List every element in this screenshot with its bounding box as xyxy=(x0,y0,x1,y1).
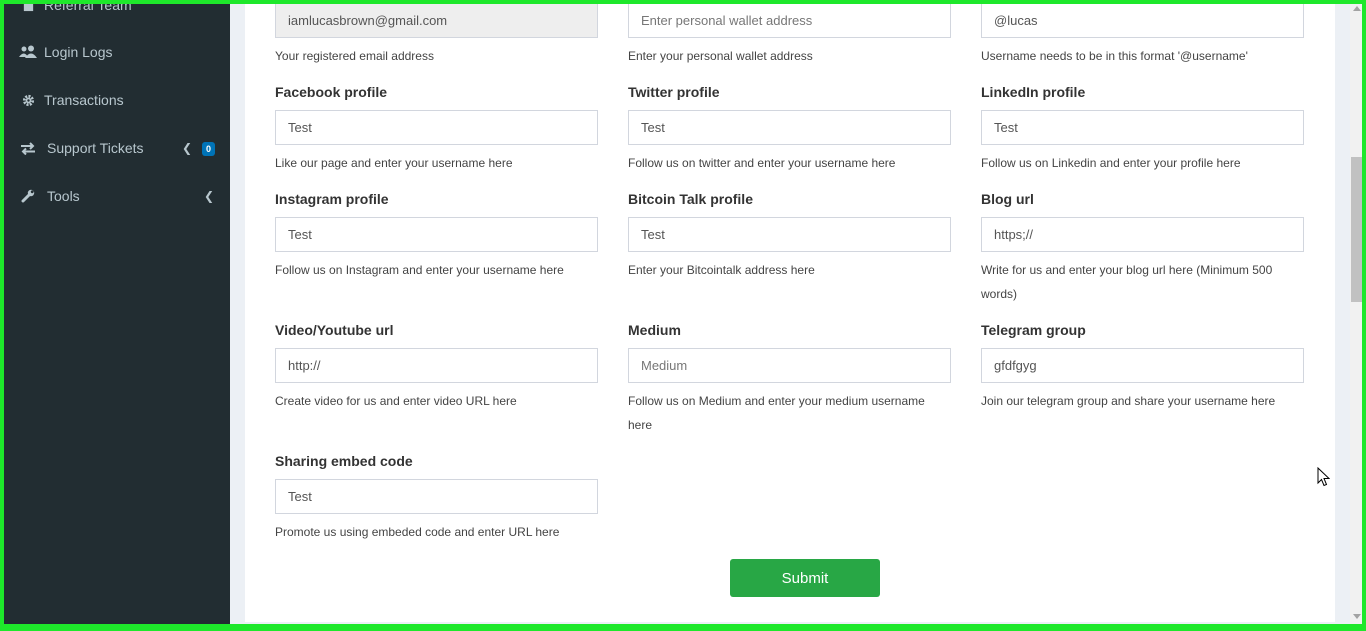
bitcointalk-help: Enter your Bitcointalk address here xyxy=(628,263,815,277)
sidebar-item-referral-team[interactable]: Referral Team xyxy=(0,0,230,25)
medium-label: Medium xyxy=(628,322,681,338)
scrollbar[interactable] xyxy=(1350,0,1366,624)
telegram-input[interactable] xyxy=(981,348,1304,383)
twitter-field-group: Twitter profile Follow us on twitter and… xyxy=(628,84,951,175)
sidebar-item-label: Transactions xyxy=(44,92,124,108)
twitter-help: Follow us on twitter and enter your user… xyxy=(628,156,896,170)
chevron-left-icon: ❮ xyxy=(181,141,192,155)
mouse-cursor-icon xyxy=(1317,466,1331,492)
username-input[interactable] xyxy=(981,3,1304,38)
email-help: Your registered email address xyxy=(275,49,434,63)
sidebar-item-label: Tools xyxy=(47,188,80,204)
telegram-field-group: Telegram group Join our telegram group a… xyxy=(981,322,1304,413)
embed-field-group: Sharing embed code Promote us using embe… xyxy=(275,453,598,544)
sidebar-item-login-logs[interactable]: Login Logs xyxy=(0,32,230,72)
sidebar-item-label: Login Logs xyxy=(44,44,113,60)
sidebar-item-label: Referral Team xyxy=(44,0,132,13)
wallet-address-input[interactable] xyxy=(628,3,951,38)
exchange-icon xyxy=(18,141,38,155)
instagram-help: Follow us on Instagram and enter your us… xyxy=(275,263,564,277)
instagram-label: Instagram profile xyxy=(275,191,389,207)
video-url-input[interactable] xyxy=(275,348,598,383)
wallet-field-group: Enter your personal wallet address xyxy=(628,3,951,68)
bottom-strip xyxy=(0,624,1366,631)
linkedin-input[interactable] xyxy=(981,110,1304,145)
chevron-left-icon: ❮ xyxy=(203,189,214,203)
ticket-count-badge: 0 xyxy=(201,142,215,156)
username-field-group: Username needs to be in this format '@us… xyxy=(981,3,1304,68)
bitcointalk-label: Bitcoin Talk profile xyxy=(628,191,753,207)
gear-icon xyxy=(18,94,38,107)
linkedin-label: LinkedIn profile xyxy=(981,84,1086,100)
wrench-icon xyxy=(18,189,38,203)
video-field-group: Video/Youtube url Create video for us an… xyxy=(275,322,598,413)
telegram-help: Join our telegram group and share your u… xyxy=(981,394,1276,408)
embed-code-input[interactable] xyxy=(275,479,598,514)
facebook-field-group: Facebook profile Like our page and enter… xyxy=(275,84,598,175)
blog-help: Write for us and enter your blog url her… xyxy=(981,263,1273,301)
linkedin-help: Follow us on Linkedin and enter your pro… xyxy=(981,156,1241,170)
instagram-input[interactable] xyxy=(275,217,598,252)
facebook-input[interactable] xyxy=(275,110,598,145)
video-label: Video/Youtube url xyxy=(275,322,394,338)
sidebar-item-support-tickets[interactable]: Support Tickets ❮ 0 xyxy=(0,128,230,168)
sidebar-item-tools[interactable]: Tools ❮ xyxy=(0,176,230,216)
scroll-up-arrow-icon[interactable] xyxy=(1353,6,1361,11)
twitter-input[interactable] xyxy=(628,110,951,145)
scrollbar-thumb[interactable] xyxy=(1351,157,1363,302)
linkedin-field-group: LinkedIn profile Follow us on Linkedin a… xyxy=(981,84,1304,175)
blog-field-group: Blog url Write for us and enter your blo… xyxy=(981,191,1304,306)
users-icon xyxy=(18,45,38,59)
user-icon xyxy=(18,0,38,12)
sidebar-item-transactions[interactable]: Transactions xyxy=(0,80,230,120)
blog-label: Blog url xyxy=(981,191,1034,207)
email-field[interactable] xyxy=(275,3,598,38)
bitcointalk-field-group: Bitcoin Talk profile Enter your Bitcoint… xyxy=(628,191,951,282)
blog-url-input[interactable] xyxy=(981,217,1304,252)
medium-input[interactable] xyxy=(628,348,951,383)
medium-field-group: Medium Follow us on Medium and enter you… xyxy=(628,322,951,437)
embed-label: Sharing embed code xyxy=(275,453,413,469)
profile-form-box: Your registered email address Enter your… xyxy=(245,0,1335,622)
facebook-label: Facebook profile xyxy=(275,84,388,100)
bitcointalk-input[interactable] xyxy=(628,217,951,252)
instagram-field-group: Instagram profile Follow us on Instagram… xyxy=(275,191,598,282)
telegram-label: Telegram group xyxy=(981,322,1086,338)
embed-help: Promote us using embeded code and enter … xyxy=(275,525,560,539)
sidebar-item-label: Support Tickets xyxy=(47,140,144,156)
facebook-help: Like our page and enter your username he… xyxy=(275,156,513,170)
sidebar: Referral Team Login Logs Transactions Su… xyxy=(0,0,230,631)
video-help: Create video for us and enter video URL … xyxy=(275,394,517,408)
main-content: Your registered email address Enter your… xyxy=(230,0,1350,631)
email-field-group: Your registered email address xyxy=(275,3,598,68)
username-help: Username needs to be in this format '@us… xyxy=(981,49,1248,63)
scroll-down-arrow-icon[interactable] xyxy=(1353,614,1361,619)
submit-button[interactable]: Submit xyxy=(730,559,880,597)
twitter-label: Twitter profile xyxy=(628,84,720,100)
wallet-help: Enter your personal wallet address xyxy=(628,49,813,63)
medium-help: Follow us on Medium and enter your mediu… xyxy=(628,394,925,432)
